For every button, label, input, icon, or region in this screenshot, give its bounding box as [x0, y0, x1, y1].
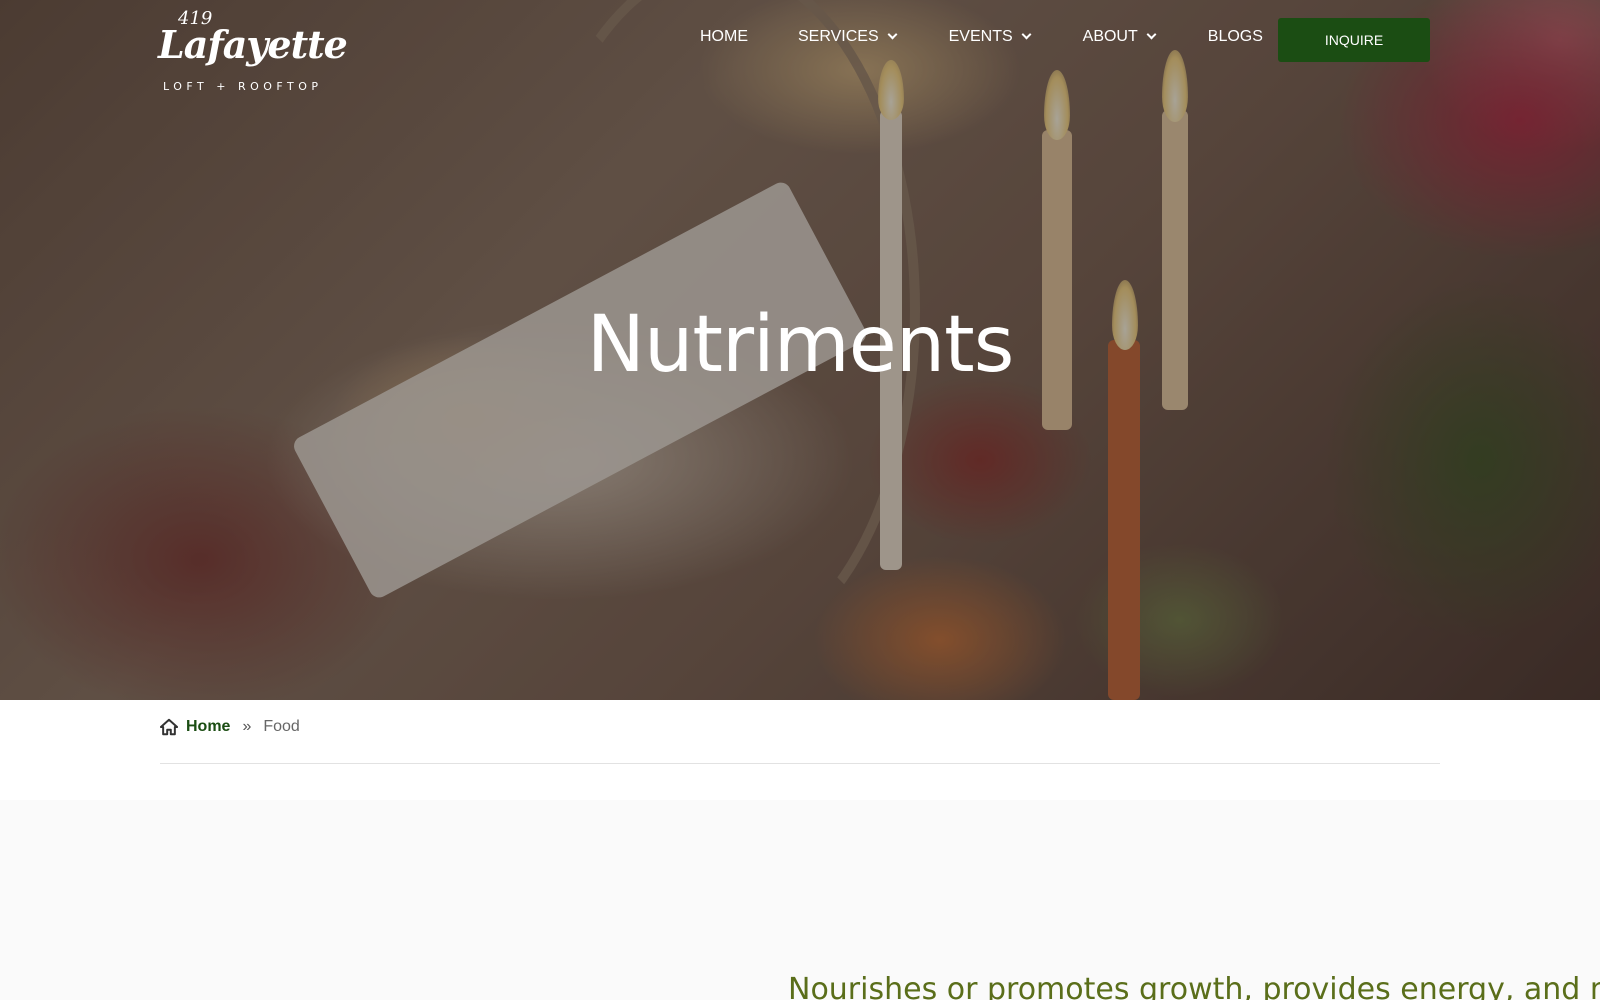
- breadcrumb-separator: »: [242, 718, 252, 735]
- logo-tagline: LOFT + ROOFTOP: [163, 80, 323, 93]
- page-title: Nutriments: [586, 300, 1015, 390]
- chevron-down-icon: [887, 29, 899, 41]
- main-content: Nourishes or promotes growth, provides e…: [0, 800, 1600, 1000]
- logo-name: Lafayette: [158, 22, 348, 67]
- site-logo[interactable]: 419 Lafayette LOFT + ROOFTOP: [158, 6, 348, 96]
- divider: [160, 763, 1440, 764]
- breadcrumb-current: Food: [263, 718, 300, 735]
- breadcrumb-home-link[interactable]: Home: [186, 718, 230, 736]
- nav-item-label: SERVICES: [798, 28, 879, 45]
- nav-item-label: BLOGS: [1207, 28, 1263, 45]
- intro-text: Nourishes or promotes growth, provides e…: [788, 972, 1600, 1000]
- nav-item-label: ABOUT: [1082, 28, 1138, 45]
- nav-item-blogs[interactable]: BLOGS: [1208, 28, 1263, 46]
- inquire-button[interactable]: INQUIRE: [1278, 18, 1430, 62]
- nav-item-label: EVENTS: [948, 28, 1013, 45]
- home-icon: [160, 718, 178, 736]
- nav-item-home[interactable]: HOME: [700, 28, 748, 46]
- nav-item-events[interactable]: EVENTS: [949, 28, 1033, 46]
- nav-item-about[interactable]: ABOUT: [1083, 28, 1158, 46]
- breadcrumb: Home » Food: [160, 718, 300, 736]
- nav-item-services[interactable]: SERVICES: [798, 28, 899, 46]
- chevron-down-icon: [1146, 29, 1158, 41]
- main-nav: HOME SERVICES EVENTS ABOUT BLOGS: [700, 28, 1263, 46]
- nav-item-label: HOME: [700, 28, 748, 45]
- breadcrumb-bar: [0, 700, 1600, 800]
- chevron-down-icon: [1021, 29, 1033, 41]
